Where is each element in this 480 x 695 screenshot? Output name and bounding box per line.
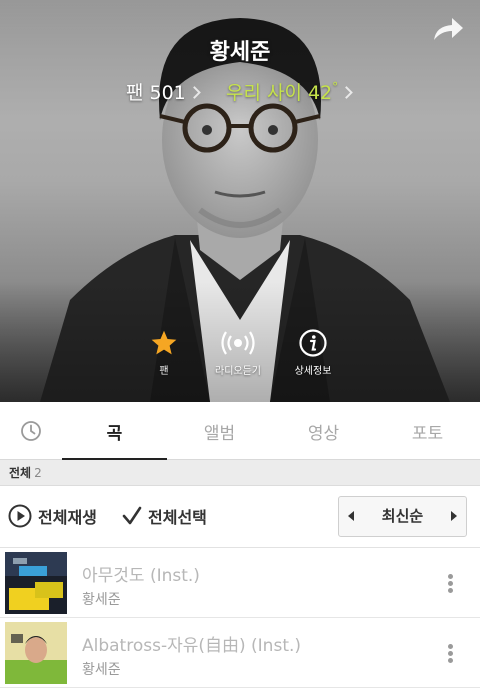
tab-albums[interactable]: 앨범 — [167, 402, 272, 460]
share-icon — [434, 18, 463, 40]
relationship-unit: ° — [332, 80, 339, 94]
arrow-right-icon[interactable] — [451, 511, 457, 521]
list-item[interactable]: Albatross-자유(自由) (Inst.) 황세준 — [0, 618, 480, 688]
more-vertical-icon — [448, 644, 453, 649]
tab-songs[interactable]: 곡 — [62, 402, 167, 461]
list-count-label: 전체 — [9, 466, 32, 480]
chevron-right-icon — [340, 86, 354, 99]
tab-recent[interactable] — [0, 402, 62, 460]
checkmark-icon — [122, 506, 142, 525]
song-artist: 황세준 — [82, 592, 121, 608]
list-count-value: 2 — [34, 466, 42, 480]
radio-icon — [221, 331, 255, 355]
fan-count: 501 — [149, 82, 186, 104]
play-all-label: 전체재생 — [38, 508, 97, 527]
select-all-label: 전체선택 — [148, 508, 207, 527]
clock-icon — [21, 421, 41, 441]
play-circle-icon — [8, 504, 32, 528]
relationship-value: 42 — [307, 82, 333, 104]
fan-count-link[interactable]: 팬 501 — [126, 78, 201, 105]
more-vertical-icon — [448, 574, 453, 579]
album-cover-art — [5, 622, 67, 684]
sort-value: 최신순 — [381, 507, 424, 525]
play-all-button[interactable]: 전체재생 — [8, 504, 97, 528]
hero-actions: 팬 라디오듣기 상세정보 — [0, 326, 480, 382]
artist-name: 황세준 — [209, 40, 271, 65]
song-title: 아무것도 (Inst.) — [82, 566, 200, 586]
relationship-link[interactable]: 우리 사이 42° — [226, 78, 354, 105]
album-cover[interactable] — [5, 552, 67, 614]
list-item[interactable]: 아무것도 (Inst.) 황세준 — [0, 548, 480, 618]
list-count-bar: 전체 2 — [0, 460, 480, 486]
album-cover[interactable] — [5, 622, 67, 684]
more-options-button[interactable] — [448, 644, 454, 664]
content-tabs: 곡 앨범 영상 포토 — [0, 402, 480, 461]
song-list: 아무것도 (Inst.) 황세준 Albatross-자유(自由) (Inst.… — [0, 548, 480, 688]
info-button-label: 상세정보 — [294, 366, 332, 377]
select-all-button[interactable]: 전체선택 — [122, 504, 207, 528]
list-toolbar: 전체재생 전체선택 최신순 — [0, 486, 480, 548]
fan-label: 팬 — [126, 82, 144, 104]
tab-photos[interactable]: 포토 — [375, 402, 480, 460]
tab-videos[interactable]: 영상 — [272, 402, 375, 460]
artist-stats: 팬 501 우리 사이 42° — [0, 78, 480, 104]
info-button[interactable]: 상세정보 — [268, 326, 358, 377]
relationship-label: 우리 사이 — [226, 82, 302, 104]
star-icon — [151, 330, 177, 355]
artist-hero: 황세준 팬 501 우리 사이 42° 팬 라디오듣기 상세정보 — [0, 0, 480, 402]
share-button[interactable] — [430, 14, 466, 44]
song-title: Albatross-자유(自由) (Inst.) — [82, 636, 302, 656]
song-artist: 황세준 — [82, 662, 121, 678]
chevron-right-icon — [187, 86, 201, 99]
album-cover-art — [5, 552, 67, 614]
more-options-button[interactable] — [448, 574, 454, 594]
sort-selector[interactable]: 최신순 — [338, 496, 467, 537]
info-icon — [299, 329, 327, 357]
